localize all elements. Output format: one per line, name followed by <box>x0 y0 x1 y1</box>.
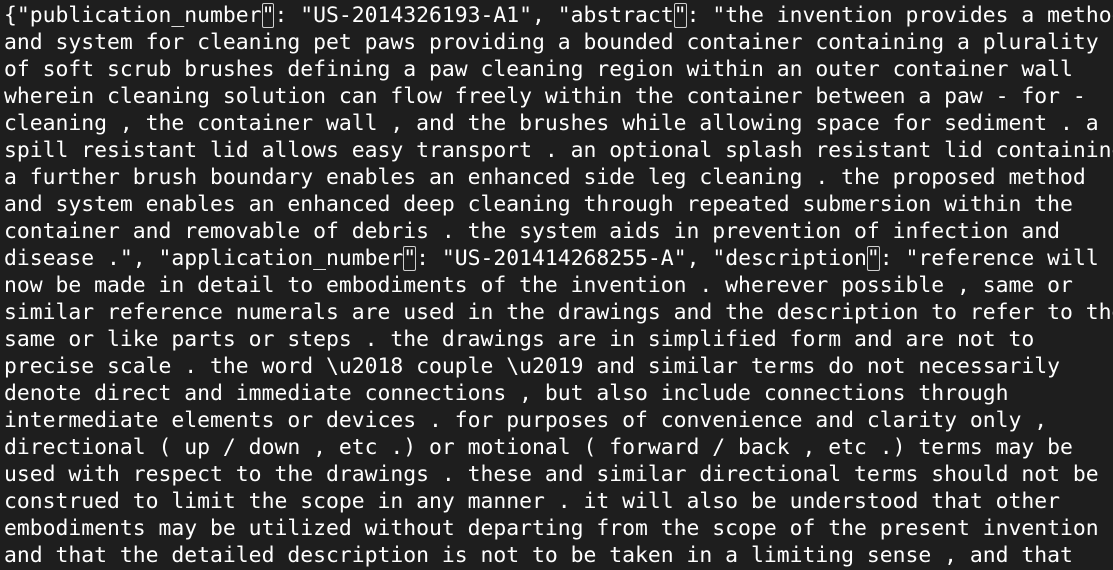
editor-line[interactable]: denote direct and immediate connections … <box>4 380 1113 407</box>
editor-line[interactable]: and that the detailed description is not… <box>4 542 1113 569</box>
line-text: container and removable of debris . the … <box>4 219 1060 244</box>
line-text: and system for cleaning pet paws providi… <box>4 30 1099 55</box>
editor-line[interactable]: used with respect to the drawings . thes… <box>4 461 1113 488</box>
line-text: of soft scrub brushes defining a paw cle… <box>4 57 1073 82</box>
editor-line[interactable]: a further brush boundary enables an enha… <box>4 164 1113 191</box>
editor-line[interactable]: and system for cleaning pet paws providi… <box>4 29 1113 56</box>
editor-line[interactable]: similar reference numerals are used in t… <box>4 299 1113 326</box>
line-text: {"publication_number <box>4 3 262 28</box>
editor-line[interactable]: and system enables an enhanced deep clea… <box>4 191 1113 218</box>
editor-line[interactable]: container and removable of debris . the … <box>4 218 1113 245</box>
bracket-match-highlight: " <box>867 246 880 271</box>
line-text: cleaning , the container wall , and the … <box>4 111 1099 136</box>
editor-line[interactable]: spill resistant lid allows easy transpor… <box>4 137 1113 164</box>
line-text: same or like parts or steps . the drawin… <box>4 327 1034 352</box>
bracket-match-highlight: " <box>403 246 416 271</box>
editor-line[interactable]: wherein cleaning solution can flow freel… <box>4 83 1113 110</box>
line-text: a further brush boundary enables an enha… <box>4 165 1086 190</box>
line-text: precise scale . the word \u2018 couple \… <box>4 354 1060 379</box>
text-editor[interactable]: {"publication_number": "US-2014326193-A1… <box>0 0 1113 570</box>
line-text: embodiments may be utilized without depa… <box>4 516 1113 541</box>
line-text: similar reference numerals are used in t… <box>4 300 1113 325</box>
editor-line[interactable]: construed to limit the scope in any mann… <box>4 488 1113 515</box>
line-text: : "the invention provides a method <box>687 3 1113 28</box>
editor-line[interactable]: same or like parts or steps . the drawin… <box>4 326 1113 353</box>
editor-line[interactable]: directional ( up / down , etc .) or moti… <box>4 434 1113 461</box>
line-text: intermediate elements or devices . for p… <box>4 408 1047 433</box>
line-text: : "reference will <box>880 246 1099 271</box>
line-text: construed to limit the scope in any mann… <box>4 489 1060 514</box>
line-text: spill resistant lid allows easy transpor… <box>4 138 1113 163</box>
bracket-match-highlight: " <box>262 3 275 28</box>
bracket-match-highlight: " <box>674 3 687 28</box>
editor-line[interactable]: intermediate elements or devices . for p… <box>4 407 1113 434</box>
editor-line[interactable]: {"publication_number": "US-2014326193-A1… <box>4 2 1113 29</box>
line-text: wherein cleaning solution can flow freel… <box>4 84 1086 109</box>
line-text: disease .", "application_number <box>4 246 403 271</box>
line-text: and system enables an enhanced deep clea… <box>4 192 1073 217</box>
line-text: denote direct and immediate connections … <box>4 381 1009 406</box>
line-text: : "US-201414268255-A", "description <box>416 246 867 271</box>
line-text: directional ( up / down , etc .) or moti… <box>4 435 1073 460</box>
editor-line[interactable]: cleaning , the container wall , and the … <box>4 110 1113 137</box>
line-text: used with respect to the drawings . thes… <box>4 462 1099 487</box>
editor-text-area[interactable]: {"publication_number": "US-2014326193-A1… <box>4 2 1113 569</box>
editor-line[interactable]: disease .", "application_number": "US-20… <box>4 245 1113 272</box>
editor-line[interactable]: now be made in detail to embodiments of … <box>4 272 1113 299</box>
line-text: and that the detailed description is not… <box>4 543 1073 568</box>
editor-line[interactable]: of soft scrub brushes defining a paw cle… <box>4 56 1113 83</box>
editor-line[interactable]: precise scale . the word \u2018 couple \… <box>4 353 1113 380</box>
line-text: now be made in detail to embodiments of … <box>4 273 1073 298</box>
editor-line[interactable]: embodiments may be utilized without depa… <box>4 515 1113 542</box>
line-text: : "US-2014326193-A1", "abstract <box>274 3 673 28</box>
